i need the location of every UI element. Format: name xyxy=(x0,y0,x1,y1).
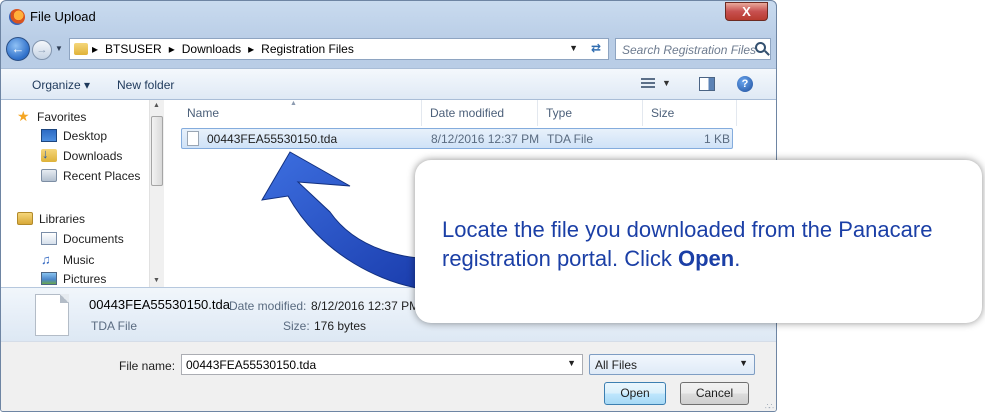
search-icon[interactable] xyxy=(755,42,766,53)
breadcrumb-separator-icon: ▸ xyxy=(248,42,255,56)
search-input[interactable]: Search Registration Files xyxy=(622,43,756,57)
sidebar-item-documents[interactable]: Documents xyxy=(41,232,124,246)
sidebar-item-downloads[interactable]: Downloads xyxy=(41,146,123,163)
open-button[interactable]: Open xyxy=(604,382,666,405)
scrollbar-thumb[interactable] xyxy=(151,116,163,186)
column-divider[interactable] xyxy=(736,100,737,126)
column-divider[interactable] xyxy=(421,100,422,126)
file-name-value: 00443FEA55530150.tda xyxy=(186,358,317,372)
breadcrumb-separator-icon: ▸ xyxy=(168,42,175,56)
instruction-text: Locate the file you downloaded from the … xyxy=(442,215,972,273)
scroll-up-icon[interactable]: ▲ xyxy=(153,102,160,109)
file-size-cell: 1 KB xyxy=(704,132,731,146)
file-icon xyxy=(187,131,199,146)
sidebar-item-label: Documents xyxy=(63,232,124,246)
file-type-value: All Files xyxy=(595,358,638,372)
forward-button[interactable]: → xyxy=(32,40,52,60)
sidebar-item-label: Libraries xyxy=(39,212,86,226)
column-header-date-modified[interactable]: Date modified xyxy=(430,106,504,120)
recent-locations-dropdown[interactable]: ▼ xyxy=(55,44,63,53)
command-toolbar: Organize ▾ New folder ▼ ? xyxy=(1,68,776,100)
details-date-value: 8/12/2016 12:37 PM xyxy=(311,299,420,313)
organize-button[interactable]: Organize ▾ xyxy=(32,78,90,92)
sidebar-item-label: Favorites xyxy=(37,110,87,124)
file-name-dropdown-icon[interactable]: ▼ xyxy=(567,358,576,368)
instruction-callout: Locate the file you downloaded from the … xyxy=(415,160,982,323)
file-name-label: File name: xyxy=(119,359,176,373)
instruction-text-end: . xyxy=(734,246,741,271)
new-folder-button[interactable]: New folder xyxy=(117,78,174,92)
details-type-value: TDA File xyxy=(91,319,138,333)
desktop-icon xyxy=(41,129,57,142)
search-box[interactable]: Search Registration Files xyxy=(615,38,771,60)
column-divider[interactable] xyxy=(537,100,538,126)
help-icon[interactable]: ? xyxy=(737,76,753,92)
file-type-dropdown-icon[interactable]: ▼ xyxy=(739,358,748,368)
sidebar-item-label: Music xyxy=(63,253,95,267)
address-dropdown-icon[interactable]: ▼ xyxy=(569,43,578,53)
breadcrumb-item[interactable]: Downloads xyxy=(182,42,241,56)
documents-icon xyxy=(41,232,57,245)
breadcrumb: ▸ BTSUSER ▸ Downloads ▸ Registration Files xyxy=(92,42,361,56)
downloads-icon xyxy=(41,146,57,162)
file-thumbnail-icon xyxy=(35,294,69,336)
sidebar-scrollbar[interactable]: ▲ ▼ xyxy=(149,100,164,287)
scroll-down-icon[interactable]: ▼ xyxy=(153,277,160,284)
details-date-label: Date modified: xyxy=(229,299,307,313)
details-file-name: 00443FEA55530150.tda xyxy=(89,297,230,312)
column-header-type[interactable]: Type xyxy=(546,106,572,120)
close-button[interactable]: X xyxy=(725,2,768,21)
column-header-size[interactable]: Size xyxy=(651,106,674,120)
sidebar-item-music[interactable]: ♫ Music xyxy=(41,252,94,267)
table-row[interactable]: 00443FEA55530150.tda 8/12/2016 12:37 PM … xyxy=(181,128,733,149)
file-date-cell: 8/12/2016 12:37 PM xyxy=(431,132,540,146)
folder-icon xyxy=(74,43,88,55)
back-button[interactable]: ← xyxy=(6,37,30,61)
dialog-footer: File name: 00443FEA55530150.tda ▼ All Fi… xyxy=(1,341,776,411)
libraries-icon xyxy=(17,212,33,225)
navigation-pane: ★ Favorites Desktop Downloads Recent Plac… xyxy=(1,100,164,287)
details-size-label: Size: xyxy=(283,319,310,333)
file-type-cell: TDA File xyxy=(547,132,594,146)
sidebar-item-label: Downloads xyxy=(63,149,123,163)
sidebar-item-label: Desktop xyxy=(63,129,108,143)
navigation-bar: ← → ▼ ▸ BTSUSER ▸ Downloads ▸ Registration Fi… xyxy=(1,36,776,62)
details-size-value: 176 bytes xyxy=(314,319,367,333)
sidebar-item-label: Recent Places xyxy=(63,169,141,183)
sidebar-item-recent-places[interactable]: Recent Places xyxy=(41,169,140,183)
sidebar-item-label: Pictures xyxy=(63,272,107,286)
recent-places-icon xyxy=(41,169,57,182)
title-bar: File Upload X xyxy=(1,1,776,33)
music-icon: ♫ xyxy=(41,252,51,267)
firefox-icon xyxy=(9,9,25,25)
instruction-text-emphasis: Open xyxy=(677,246,735,271)
sidebar-item-desktop[interactable]: Desktop xyxy=(41,129,107,143)
sidebar-item-pictures[interactable]: Pictures xyxy=(41,272,106,286)
breadcrumb-separator-icon: ▸ xyxy=(92,42,99,56)
column-header-name[interactable]: Name xyxy=(187,106,219,120)
column-divider[interactable] xyxy=(642,100,643,126)
sidebar-item-favorites[interactable]: ★ Favorites xyxy=(17,108,86,125)
file-type-select[interactable]: All Files ▼ xyxy=(589,354,755,375)
sort-ascending-icon: ▲ xyxy=(290,100,297,107)
window-title: File Upload xyxy=(30,9,96,24)
sidebar-item-libraries[interactable]: Libraries xyxy=(17,212,85,226)
view-options-dropdown-icon[interactable]: ▼ xyxy=(662,78,671,88)
breadcrumb-item[interactable]: Registration Files xyxy=(261,42,354,56)
preview-pane-icon[interactable] xyxy=(699,77,715,91)
pictures-icon xyxy=(41,272,57,285)
breadcrumb-item[interactable]: BTSUSER xyxy=(105,42,162,56)
file-name-input[interactable]: 00443FEA55530150.tda ▼ xyxy=(181,354,583,375)
address-bar[interactable]: ▸ BTSUSER ▸ Downloads ▸ Registration Files ▼ … xyxy=(69,38,609,60)
resize-grip-icon[interactable]: ∴∴ xyxy=(765,402,774,411)
change-view-icon[interactable] xyxy=(641,78,655,90)
star-icon: ★ xyxy=(17,108,30,124)
refresh-icon[interactable]: ⇄ xyxy=(591,41,601,55)
file-name-cell: 00443FEA55530150.tda xyxy=(207,132,338,146)
cancel-button[interactable]: Cancel xyxy=(680,382,749,405)
